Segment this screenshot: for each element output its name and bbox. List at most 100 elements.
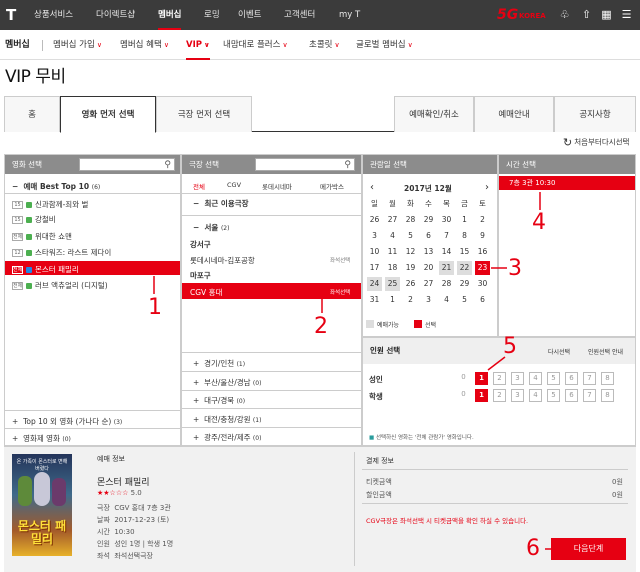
nav-products[interactable]: 상품서비스 — [34, 0, 73, 30]
region-item[interactable]: + 경기/인천 (1) — [193, 358, 245, 369]
student-count-8[interactable]: 8 — [601, 389, 614, 402]
theater-search-input[interactable]: ⚲ — [255, 158, 355, 171]
movie-item[interactable]: 15 신과함께-죄와 벌 — [12, 199, 88, 210]
membership-brand[interactable]: 멤버십 — [5, 30, 30, 60]
movie-item[interactable]: 12 스타워즈: 라스트 제다이 — [12, 247, 111, 258]
student-count-5[interactable]: 5 — [547, 389, 560, 402]
filter-all[interactable]: 전체 — [193, 181, 205, 191]
subnav-benefits[interactable]: 멤버십 혜택 ∨ — [120, 30, 169, 60]
student-count-7[interactable]: 7 — [583, 389, 596, 402]
time-slot-selected[interactable]: 7층 3관 10:30 — [499, 176, 635, 190]
calendar-day[interactable]: 27 — [385, 213, 400, 227]
theater-lotte-gimpo[interactable]: 롯데시네마-김포공항 — [190, 255, 255, 266]
calendar-day[interactable]: 2 — [475, 213, 490, 227]
recent-theaters-group[interactable]: − 최근 이용극장 — [193, 198, 249, 209]
tab-movie-first[interactable]: 영화 먼저 선택 — [60, 96, 156, 133]
nav-customer-center[interactable]: 고객센터 — [284, 0, 315, 30]
calendar-day[interactable]: 1 — [457, 213, 472, 227]
adult-count-0[interactable]: 0 — [457, 372, 470, 385]
adult-count-2[interactable]: 2 — [493, 372, 506, 385]
filter-cgv[interactable]: CGV — [227, 181, 241, 189]
nav-membership[interactable]: 멤버십 — [158, 0, 182, 30]
share-icon[interactable]: ⇧ — [580, 8, 593, 21]
calendar-day[interactable]: 3 — [367, 229, 382, 243]
region-item[interactable]: + 대구/경북 (0) — [193, 395, 245, 406]
student-count-2[interactable]: 2 — [493, 389, 506, 402]
student-count-3[interactable]: 3 — [511, 389, 524, 402]
calendar-day[interactable]: 22 — [457, 261, 472, 275]
calendar-day[interactable]: 25 — [385, 277, 400, 291]
best-top10-group[interactable]: − 예매 Best Top 10 (6) — [12, 181, 100, 192]
calendar-day[interactable]: 4 — [385, 229, 400, 243]
calendar-day[interactable]: 9 — [475, 229, 490, 243]
student-count-6[interactable]: 6 — [565, 389, 578, 402]
tab-booking-check[interactable]: 예매확인/취소 — [394, 96, 474, 132]
search-icon[interactable]: ⚲ — [344, 159, 351, 171]
student-count-1-selected[interactable]: 1 — [475, 389, 488, 402]
student-count-0[interactable]: 0 — [457, 389, 470, 402]
movie-item[interactable]: 전체 위대한 쇼맨 — [12, 231, 72, 242]
adult-count-4[interactable]: 4 — [529, 372, 542, 385]
adult-count-3[interactable]: 3 — [511, 372, 524, 385]
nav-event[interactable]: 이벤트 — [238, 0, 261, 30]
calendar-day[interactable]: 11 — [385, 245, 400, 259]
calendar-day[interactable]: 6 — [421, 229, 436, 243]
student-count-4[interactable]: 4 — [529, 389, 542, 402]
calendar-day[interactable]: 20 — [421, 261, 436, 275]
adult-count-8[interactable]: 8 — [601, 372, 614, 385]
region-seoul[interactable]: − 서울 (2) — [193, 222, 229, 233]
tab-theater-first[interactable]: 극장 먼저 선택 — [156, 96, 252, 132]
calendar-day[interactable]: 16 — [475, 245, 490, 259]
adult-count-6[interactable]: 6 — [565, 372, 578, 385]
region-item[interactable]: + 부산/울산/경남 (0) — [193, 377, 261, 388]
prev-month-button[interactable]: ‹ — [370, 182, 374, 193]
subnav-vip[interactable]: VIP ∨ — [186, 30, 210, 60]
subnav-chocolate[interactable]: 초콜릿 ∨ — [309, 30, 340, 60]
search-icon[interactable]: ⚲ — [164, 159, 171, 171]
calendar-day[interactable]: 21 — [439, 261, 454, 275]
movie-item[interactable]: 15 강철비 — [12, 214, 56, 225]
calendar-day[interactable]: 3 — [421, 293, 436, 307]
calendar-day-selected[interactable]: 23 — [475, 261, 490, 275]
calendar-day[interactable]: 5 — [403, 229, 418, 243]
t-logo[interactable]: T — [6, 6, 24, 24]
adult-count-5[interactable]: 5 — [547, 372, 560, 385]
calendar-day[interactable]: 30 — [439, 213, 454, 227]
calendar-day[interactable]: 29 — [421, 213, 436, 227]
region-item[interactable]: + 광주/전라/제주 (0) — [193, 432, 261, 443]
filter-lotte[interactable]: 롯데시네마 — [262, 181, 292, 191]
calendar-day[interactable]: 28 — [439, 277, 454, 291]
calendar-day[interactable]: 5 — [457, 293, 472, 307]
reset-button[interactable]: ↻ 처음부터다시선택 — [563, 136, 629, 149]
region-item[interactable]: + 대전/충청/강원 (1) — [193, 414, 261, 425]
calendar-day[interactable]: 12 — [403, 245, 418, 259]
calendar-day[interactable]: 10 — [367, 245, 382, 259]
next-step-button[interactable]: 다음단계 — [551, 538, 626, 560]
bell-icon[interactable]: ♧ — [558, 8, 571, 21]
calendar-day[interactable]: 30 — [475, 277, 490, 291]
filter-megabox[interactable]: 메가박스 — [320, 181, 344, 191]
calendar-day[interactable]: 2 — [403, 293, 418, 307]
tab-booking-guide[interactable]: 예매안내 — [474, 96, 554, 132]
calendar-day[interactable]: 13 — [421, 245, 436, 259]
calendar-day[interactable]: 4 — [439, 293, 454, 307]
nav-roaming[interactable]: 로밍 — [204, 0, 220, 30]
calendar-day[interactable]: 18 — [385, 261, 400, 275]
calendar-day[interactable]: 15 — [457, 245, 472, 259]
calendar-day[interactable]: 26 — [403, 277, 418, 291]
subnav-global[interactable]: 글로벌 멤버십 ∨ — [356, 30, 413, 60]
people-reset-button[interactable]: 다시선택 — [548, 347, 570, 356]
tab-notice[interactable]: 공지사항 — [554, 96, 636, 132]
calendar-day[interactable]: 29 — [457, 277, 472, 291]
calendar-day[interactable]: 27 — [421, 277, 436, 291]
people-guide-button[interactable]: 인원선택 안내 — [588, 347, 623, 356]
movie-item-selected[interactable]: 전체 몬스터 패밀리 — [12, 264, 79, 275]
calendar-day[interactable]: 1 — [385, 293, 400, 307]
calendar-day[interactable]: 17 — [367, 261, 382, 275]
calendar-day[interactable]: 19 — [403, 261, 418, 275]
subnav-join[interactable]: 멤버십 가입 ∨ — [53, 30, 102, 60]
calendar-day[interactable]: 6 — [475, 293, 490, 307]
calendar-day[interactable]: 7 — [439, 229, 454, 243]
calendar-day[interactable]: 24 — [367, 277, 382, 291]
calendar-day[interactable]: 31 — [367, 293, 382, 307]
